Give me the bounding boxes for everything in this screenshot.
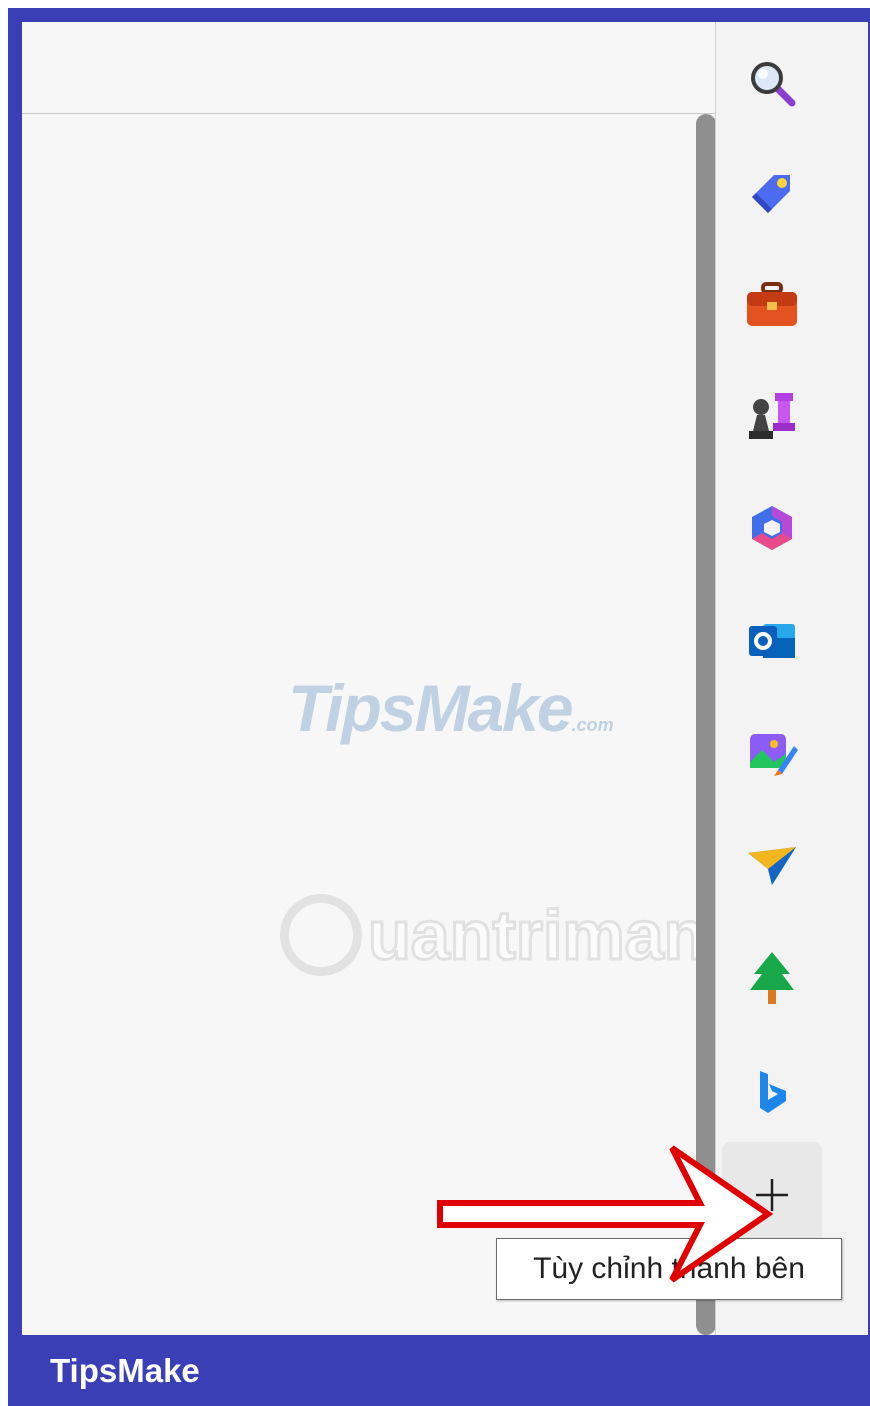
- footer-bar: TipsMake: [22, 1335, 868, 1406]
- footer-brand: TipsMake: [50, 1351, 200, 1389]
- annotation-arrow-icon: [437, 1145, 774, 1283]
